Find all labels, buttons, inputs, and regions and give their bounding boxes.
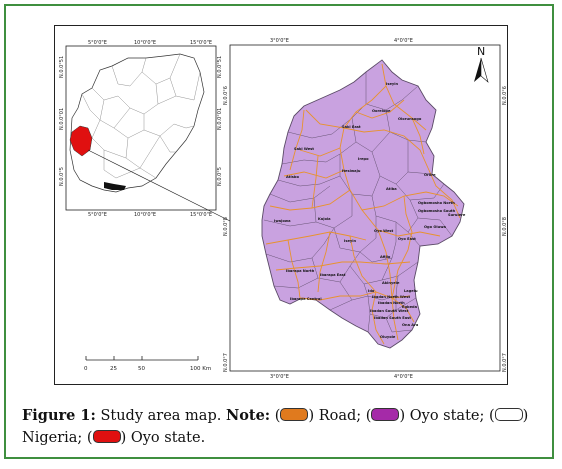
inset-tick-right-2: N.0.0°01: [217, 108, 223, 130]
lga-label: Iseyin: [386, 82, 398, 86]
lga-label: Saki East: [342, 125, 361, 129]
main-tick-bottom-2: 4°0'0"E: [394, 374, 413, 380]
caption-title: Study area map.: [95, 408, 226, 424]
lga-label: Ibarapa East: [320, 273, 346, 277]
lga-label: Ibarapa Central: [290, 297, 322, 301]
nigeria-legend-text: Nigeria; (: [22, 430, 93, 446]
main-tick-right-3: N.0.0°7: [502, 353, 508, 372]
lga-label: Ogbomosho North: [418, 201, 455, 205]
lga-label: Itesiwaju: [342, 169, 361, 173]
note-label: Note:: [225, 407, 271, 424]
oyo-main-map: N 3°0'0"E 4°0'0"E 3°0'0"E 4°0'0"E N.0.0°…: [223, 38, 508, 380]
lga-label: Surulere: [448, 213, 466, 217]
inset-tick-bottom-1: 5°0'0"E: [88, 212, 107, 218]
lga-label: Oorelope: [372, 109, 391, 113]
nigeria-swatch: [494, 408, 523, 421]
lga-label: Ido: [368, 289, 375, 293]
scale-label-100: 100 Km: [190, 366, 211, 372]
inset-tick-left-1: N.0.0°51: [59, 56, 65, 78]
road-legend-text: Road; (: [314, 408, 372, 424]
inset-tick-bottom-2: 10°0'0"E: [134, 212, 156, 218]
map-figure: 5°0'0"E 10°0'0"E 15°0'0"E 5°0'0"E 10°0'0…: [59, 38, 508, 380]
lga-label: Oriire: [424, 173, 436, 177]
oyo-legend-text: Oyo state; (: [405, 408, 495, 424]
inset-tick-right-3: N.0.0°5: [217, 167, 223, 186]
main-tick-left-3: N.0.0°7: [223, 353, 229, 372]
scale-label-25: 25: [110, 366, 117, 372]
inset-tick-top-3: 15°0'0"E: [190, 40, 212, 46]
lga-label: Ibadan North West: [372, 295, 410, 299]
lga-label: Iwajowa: [274, 219, 291, 223]
lga-label: Akinyele: [382, 281, 400, 285]
main-tick-left-2: N.0.0°8: [223, 217, 229, 236]
lga-label: Ibarapa North: [286, 269, 315, 273]
main-tick-bottom-1: 3°0'0"E: [270, 374, 289, 380]
lga-label: Oluyole: [380, 335, 396, 339]
figure-caption: Figure 1: Study area map. Note: () Road;…: [22, 405, 542, 449]
inset-tick-bottom-3: 15°0'0"E: [190, 212, 212, 218]
scale-label-0: 0: [84, 366, 88, 372]
lga-label: Iseyin: [344, 239, 356, 243]
inset-tick-top-1: 5°0'0"E: [88, 40, 107, 46]
scale-label-50: 50: [138, 366, 145, 372]
inset-tick-top-2: 10°0'0"E: [134, 40, 156, 46]
lga-label: Atisbo: [286, 175, 299, 179]
lga-label: Lagelu: [404, 289, 418, 293]
lga-label: Oyo East: [398, 237, 416, 241]
lga-label: Atiba: [386, 187, 397, 191]
paren: (: [270, 408, 281, 424]
oyo-red-swatch: [92, 430, 121, 443]
lga-label: Olorunsogo: [398, 117, 422, 121]
lga-label: Ona Ara: [402, 323, 419, 327]
paren: ): [522, 408, 529, 424]
main-tick-right-2: N.0.0°8: [502, 217, 508, 236]
lga-label: Oyo West: [374, 229, 394, 233]
inset-tick-left-3: N.0.0°5: [59, 167, 65, 186]
nigeria-inset: 5°0'0"E 10°0'0"E 15°0'0"E 5°0'0"E 10°0'0…: [59, 40, 223, 218]
inset-tick-right-1: N.0.0°51: [217, 56, 223, 78]
lga-label: Kajola: [318, 217, 331, 221]
main-tick-top-2: 4°0'0"E: [394, 38, 413, 44]
main-tick-left-1: N.0.0°6: [223, 86, 229, 105]
lga-label: Ibadan South West: [370, 309, 409, 313]
lga-label: Ibadan South East: [374, 316, 411, 320]
main-tick-top-1: 3°0'0"E: [270, 38, 289, 44]
scale-bar: 0 25 50 100 Km: [84, 356, 211, 372]
main-tick-right-1: N.0.0°6: [502, 86, 508, 105]
lga-label: Afijio: [380, 255, 391, 259]
road-swatch: [280, 408, 309, 421]
lga-label: Irepo: [358, 157, 369, 161]
lga-label: Saki West: [294, 147, 314, 151]
oyo-red-legend-text: Oyo state.: [126, 430, 206, 446]
lga-label: Ogo Oluwa: [424, 225, 447, 229]
north-label: N: [477, 45, 485, 58]
inset-tick-left-2: N.0.0°01: [59, 108, 65, 130]
oyo-state-swatch: [371, 408, 400, 421]
figure-label: Figure 1:: [22, 407, 96, 424]
